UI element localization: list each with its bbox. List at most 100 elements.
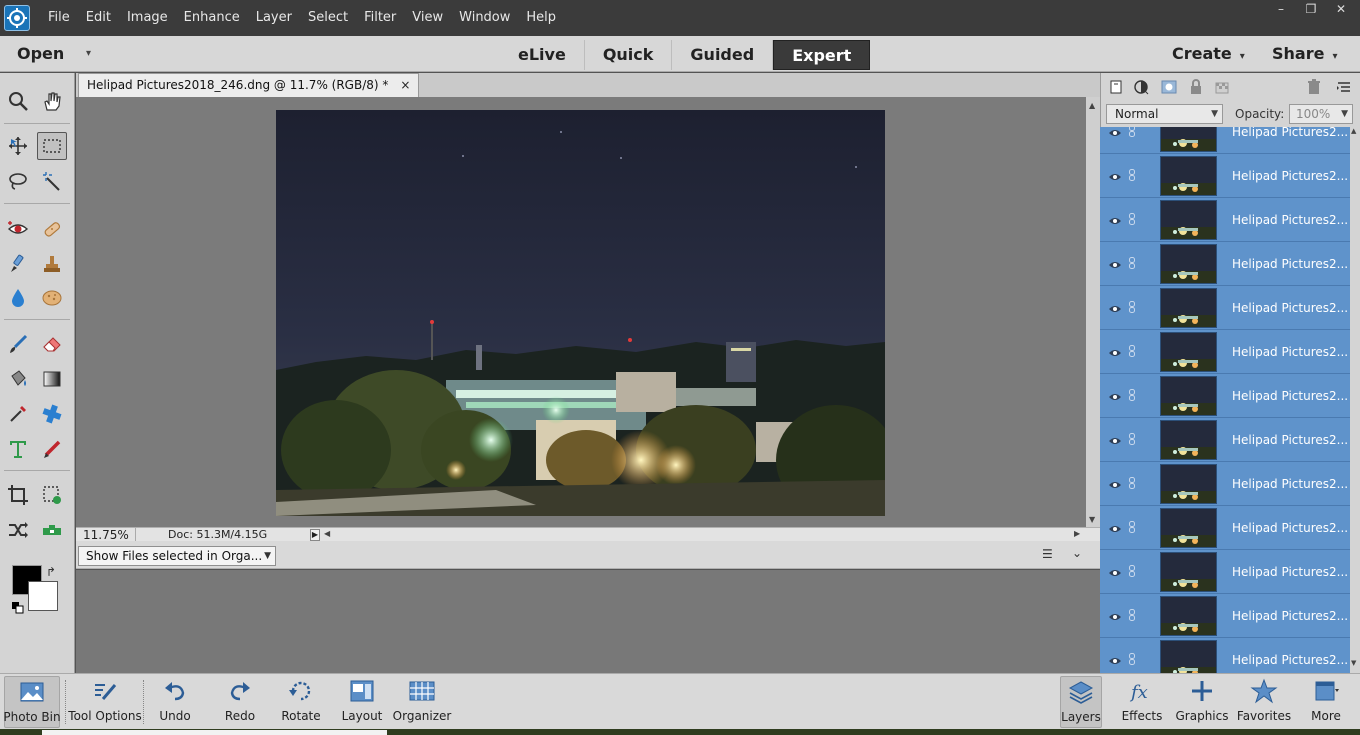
status-menu-icon[interactable]: ▶: [310, 529, 320, 541]
visibility-eye-icon[interactable]: [1108, 257, 1122, 271]
tab-elive[interactable]: eLive: [500, 40, 585, 70]
show-files-dropdown[interactable]: Show Files selected in Orga... ▼: [78, 546, 276, 566]
photo-bin-button[interactable]: Photo Bin: [3, 676, 61, 728]
redo-button[interactable]: Redo: [220, 676, 260, 728]
zoom-tool-icon[interactable]: [3, 87, 33, 115]
gradient-tool-icon[interactable]: [37, 365, 67, 393]
menu-select[interactable]: Select: [300, 0, 356, 36]
visibility-eye-icon[interactable]: [1108, 127, 1122, 139]
default-colors-icon[interactable]: [12, 599, 24, 614]
visibility-eye-icon[interactable]: [1108, 169, 1122, 183]
hand-tool-icon[interactable]: [37, 87, 67, 115]
pencil-tool-icon[interactable]: [37, 435, 67, 463]
scroll-up-icon[interactable]: ▲: [1351, 127, 1356, 135]
scroll-right-icon[interactable]: ▶: [1074, 529, 1080, 538]
background-color-swatch[interactable]: [28, 581, 58, 611]
document-tab[interactable]: Helipad Pictures2018_246.dng @ 11.7% (RG…: [78, 73, 420, 97]
open-dropdown-icon[interactable]: ▾: [86, 36, 91, 72]
tab-guided[interactable]: Guided: [672, 40, 774, 70]
minimize-button[interactable]: –: [1266, 0, 1296, 18]
eyedropper-icon[interactable]: [3, 400, 33, 428]
blur-tool-icon[interactable]: [3, 284, 33, 312]
close-window-button[interactable]: ✕: [1326, 0, 1356, 18]
layer-row[interactable]: Helipad Pictures2...: [1100, 506, 1350, 550]
custom-shape-icon[interactable]: [37, 400, 67, 428]
rectangular-marquee-icon[interactable]: [37, 132, 67, 160]
adjustment-layer-icon[interactable]: [1132, 78, 1150, 96]
more-button[interactable]: More: [1306, 676, 1346, 728]
visibility-eye-icon[interactable]: [1108, 301, 1122, 315]
scroll-left-icon[interactable]: ◀: [324, 529, 330, 538]
menu-image[interactable]: Image: [119, 0, 176, 36]
crop-tool-icon[interactable]: [3, 481, 33, 509]
layer-link-icon[interactable]: [1128, 430, 1136, 445]
move-tool-icon[interactable]: [3, 132, 33, 160]
menu-layer[interactable]: Layer: [248, 0, 300, 36]
tab-quick[interactable]: Quick: [585, 40, 673, 70]
layer-row[interactable]: Helipad Pictures2...: [1100, 594, 1350, 638]
new-layer-icon[interactable]: [1108, 78, 1126, 96]
lock-all-icon[interactable]: [1187, 78, 1205, 96]
layers-button[interactable]: Layers: [1060, 676, 1102, 728]
document-photo[interactable]: [276, 110, 885, 516]
layer-link-icon[interactable]: [1128, 606, 1136, 621]
layer-row[interactable]: Helipad Pictures2...: [1100, 550, 1350, 594]
delete-layer-icon[interactable]: [1305, 78, 1323, 96]
layer-link-icon[interactable]: [1128, 254, 1136, 269]
eraser-tool-icon[interactable]: [37, 330, 67, 358]
smart-brush-icon[interactable]: [3, 250, 33, 278]
layout-button[interactable]: Layout: [340, 676, 384, 728]
canvas-area[interactable]: [76, 97, 1086, 527]
quick-selection-icon[interactable]: [37, 167, 67, 195]
spot-healing-brush-icon[interactable]: [37, 215, 67, 243]
visibility-eye-icon[interactable]: [1108, 433, 1122, 447]
visibility-eye-icon[interactable]: [1108, 213, 1122, 227]
menu-edit[interactable]: Edit: [78, 0, 119, 36]
rotate-button[interactable]: Rotate: [278, 676, 324, 728]
layer-link-icon[interactable]: [1128, 474, 1136, 489]
menu-help[interactable]: Help: [518, 0, 564, 36]
sponge-tool-icon[interactable]: [37, 284, 67, 312]
layer-row[interactable]: Helipad Pictures2...: [1100, 418, 1350, 462]
lock-transparent-icon[interactable]: [1214, 78, 1232, 96]
layer-link-icon[interactable]: [1128, 298, 1136, 313]
menu-filter[interactable]: Filter: [356, 0, 404, 36]
opacity-field[interactable]: 100% ▼: [1289, 104, 1353, 124]
layer-mask-icon[interactable]: [1160, 78, 1178, 96]
canvas-vertical-scrollbar[interactable]: ▲ ▼: [1086, 97, 1100, 527]
collapse-bin-icon[interactable]: ⌄: [1072, 546, 1082, 560]
clone-stamp-icon[interactable]: [37, 250, 67, 278]
menu-view[interactable]: View: [404, 0, 451, 36]
create-button[interactable]: Create ▾: [1172, 36, 1245, 75]
visibility-eye-icon[interactable]: [1108, 609, 1122, 623]
open-button[interactable]: Open: [17, 36, 64, 72]
paint-bucket-icon[interactable]: [3, 365, 33, 393]
tool-options-button[interactable]: Tool Options: [68, 676, 142, 728]
recompose-tool-icon[interactable]: [37, 481, 67, 509]
layer-link-icon[interactable]: [1128, 562, 1136, 577]
layer-link-icon[interactable]: [1128, 518, 1136, 533]
layer-row[interactable]: Helipad Pictures2...: [1100, 242, 1350, 286]
layer-row[interactable]: Helipad Pictures2...: [1100, 462, 1350, 506]
layer-row[interactable]: Helipad Pictures2...: [1100, 638, 1350, 673]
visibility-eye-icon[interactable]: [1108, 477, 1122, 491]
share-button[interactable]: Share ▾: [1272, 36, 1337, 75]
layer-row[interactable]: Helipad Pictures2...: [1100, 330, 1350, 374]
visibility-eye-icon[interactable]: [1108, 521, 1122, 535]
bin-menu-icon[interactable]: ☰: [1042, 547, 1053, 561]
visibility-eye-icon[interactable]: [1108, 345, 1122, 359]
organizer-button[interactable]: Organizer: [393, 676, 451, 728]
layer-link-icon[interactable]: [1128, 650, 1136, 665]
menu-enhance[interactable]: Enhance: [176, 0, 248, 36]
panel-menu-icon[interactable]: [1335, 78, 1353, 96]
red-eye-removal-icon[interactable]: [3, 215, 33, 243]
visibility-eye-icon[interactable]: [1108, 389, 1122, 403]
layer-row[interactable]: Helipad Pictures2...: [1100, 198, 1350, 242]
content-aware-move-icon[interactable]: [3, 516, 33, 544]
brush-tool-icon[interactable]: [3, 330, 33, 358]
effects-button[interactable]: fx Effects: [1121, 676, 1163, 728]
layer-row[interactable]: Helipad Pictures2...: [1100, 286, 1350, 330]
layer-link-icon[interactable]: [1128, 210, 1136, 225]
photo-bin-area[interactable]: [76, 570, 1100, 673]
restore-button[interactable]: ❐: [1296, 0, 1326, 18]
